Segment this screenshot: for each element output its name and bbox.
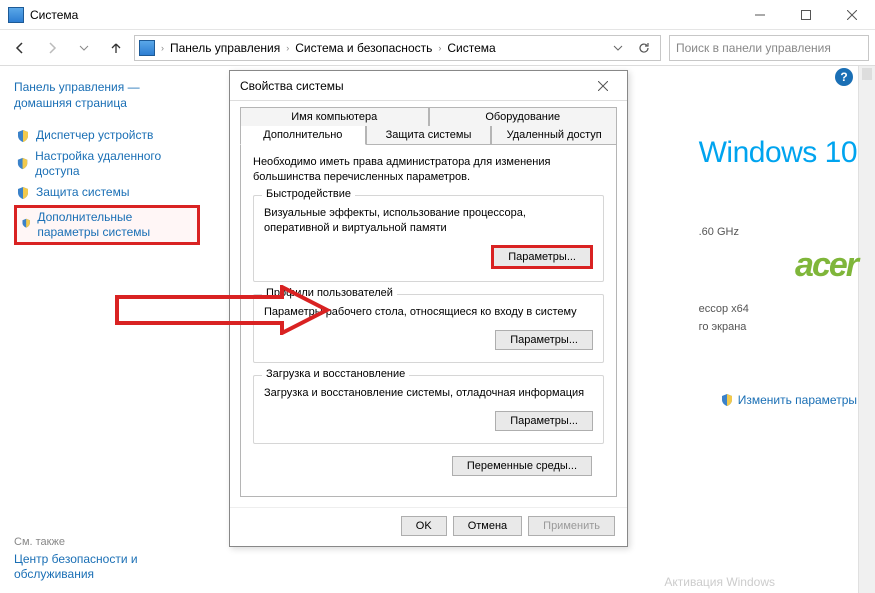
toolbar: › Панель управления › Система и безопасн…: [0, 30, 875, 66]
acer-logo: acer: [699, 246, 857, 285]
dialog-buttons: OK Отмена Применить: [230, 507, 627, 546]
refresh-button[interactable]: [632, 36, 656, 60]
performance-settings-button[interactable]: Параметры...: [491, 245, 593, 269]
close-button[interactable]: [829, 0, 875, 30]
sidebar-item-label: Диспетчер устройств: [36, 128, 153, 143]
dialog-body: Имя компьютера Оборудование Дополнительн…: [230, 101, 627, 507]
chevron-right-icon: ›: [438, 43, 441, 53]
group-text: Параметры рабочего стола, относящиеся ко…: [264, 305, 593, 320]
group-legend: Загрузка и восстановление: [262, 368, 409, 380]
app-icon: [8, 7, 24, 23]
sidebar-item-protection[interactable]: Защита системы: [14, 182, 200, 203]
change-settings-link[interactable]: Изменить параметры: [699, 393, 857, 407]
window-title: Система: [30, 8, 78, 22]
address-dropdown[interactable]: [606, 36, 630, 60]
shield-icon: [16, 186, 30, 200]
tab-strip: Имя компьютера Оборудование Дополнительн…: [240, 107, 617, 145]
search-input[interactable]: Поиск в панели управления: [669, 35, 869, 61]
control-panel-home-link[interactable]: Панель управления — домашняя страница: [14, 80, 200, 111]
back-button[interactable]: [6, 34, 34, 62]
sidebar-item-device-manager[interactable]: Диспетчер устройств: [14, 125, 200, 146]
address-bar[interactable]: › Панель управления › Система и безопасн…: [134, 35, 661, 61]
ok-button[interactable]: OK: [401, 516, 447, 536]
search-placeholder: Поиск в панели управления: [676, 41, 831, 55]
shield-icon: [16, 157, 29, 171]
group-legend: Быстродействие: [262, 188, 355, 200]
titlebar: Система: [0, 0, 875, 30]
admin-note: Необходимо иметь права администратора дл…: [253, 155, 604, 185]
shield-icon: [16, 129, 30, 143]
help-icon[interactable]: ?: [835, 68, 853, 86]
spec-cpu: .60 GHz: [699, 226, 857, 238]
tab-protection[interactable]: Защита системы: [366, 126, 492, 145]
windows-brand: Windows 10: [699, 136, 857, 170]
system-properties-dialog: Свойства системы Имя компьютера Оборудов…: [229, 70, 628, 547]
chevron-right-icon: ›: [286, 43, 289, 53]
control-panel-icon: [139, 40, 155, 56]
tab-advanced[interactable]: Дополнительно: [240, 126, 366, 145]
breadcrumb-item[interactable]: Система: [443, 41, 499, 55]
dialog-close-button[interactable]: [589, 75, 617, 97]
group-profiles: Профили пользователей Параметры рабочего…: [253, 294, 604, 363]
scrollbar[interactable]: [858, 66, 875, 593]
env-vars-button[interactable]: Переменные среды...: [452, 456, 592, 476]
chevron-right-icon: ›: [161, 43, 164, 53]
recent-dropdown[interactable]: [70, 34, 98, 62]
see-also-link[interactable]: Центр безопасности и обслуживания: [14, 552, 210, 583]
apply-button[interactable]: Применить: [528, 516, 615, 536]
spec-arch: ессор x64: [699, 303, 857, 315]
forward-button[interactable]: [38, 34, 66, 62]
shield-icon: [21, 218, 31, 232]
dialog-title: Свойства системы: [240, 79, 344, 93]
system-info: Windows 10 .60 GHz acer ессор x64 го экр…: [699, 136, 857, 407]
see-also: См. также Центр безопасности и обслужива…: [14, 536, 210, 583]
tab-hardware[interactable]: Оборудование: [429, 107, 618, 126]
cancel-button[interactable]: Отмена: [453, 516, 522, 536]
change-settings-label: Изменить параметры: [738, 393, 857, 407]
startup-settings-button[interactable]: Параметры...: [495, 411, 593, 431]
sidebar-item-label: Настройка удаленного доступа: [35, 149, 198, 179]
group-text: Загрузка и восстановление системы, отлад…: [264, 386, 593, 401]
shield-icon: [720, 393, 734, 407]
activation-watermark: Активация Windows: [664, 575, 775, 589]
sidebar-item-advanced[interactable]: Дополнительные параметры системы: [14, 205, 200, 245]
tab-content-advanced: Необходимо иметь права администратора дл…: [240, 145, 617, 497]
sidebar: Панель управления — домашняя страница Ди…: [0, 66, 210, 593]
tab-remote[interactable]: Удаленный доступ: [491, 126, 617, 145]
sidebar-item-remote[interactable]: Настройка удаленного доступа: [14, 146, 200, 182]
breadcrumb-item[interactable]: Панель управления: [166, 41, 284, 55]
group-text: Визуальные эффекты, использование процес…: [264, 206, 593, 236]
dialog-titlebar: Свойства системы: [230, 71, 627, 101]
maximize-button[interactable]: [783, 0, 829, 30]
breadcrumb-item[interactable]: Система и безопасность: [291, 41, 436, 55]
group-performance: Быстродействие Визуальные эффекты, испол…: [253, 195, 604, 283]
tab-computer-name[interactable]: Имя компьютера: [240, 107, 429, 126]
profiles-settings-button[interactable]: Параметры...: [495, 330, 593, 350]
group-legend: Профили пользователей: [262, 287, 397, 299]
minimize-button[interactable]: [737, 0, 783, 30]
up-button[interactable]: [102, 34, 130, 62]
sidebar-item-label: Защита системы: [36, 185, 129, 200]
see-also-label: См. также: [14, 536, 210, 548]
sidebar-item-label: Дополнительные параметры системы: [37, 210, 193, 240]
spec-screen: го экрана: [699, 321, 857, 333]
group-startup: Загрузка и восстановление Загрузка и вос…: [253, 375, 604, 444]
